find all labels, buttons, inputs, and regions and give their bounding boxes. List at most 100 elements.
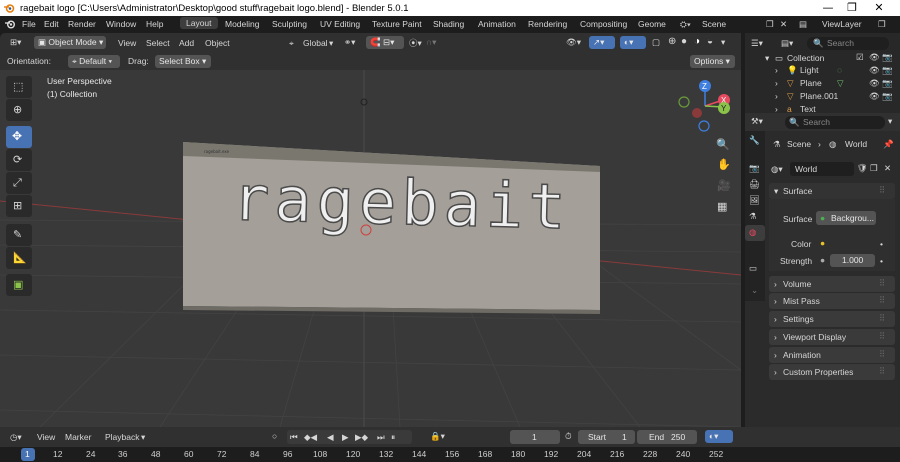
orientation-select[interactable]: ⌖ Default ▾: [68, 55, 120, 68]
menu-object[interactable]: Object: [205, 38, 230, 48]
light-eye-icon[interactable]: 👁: [869, 65, 880, 76]
scale-tool[interactable]: ⤢: [6, 172, 32, 194]
drag-handle-icon[interactable]: ⠿: [879, 331, 885, 342]
viewlayer-name[interactable]: ViewLayer: [822, 19, 862, 29]
menu-render[interactable]: Render: [68, 19, 96, 29]
menu-select[interactable]: Select: [146, 38, 170, 48]
jump-start-icon[interactable]: ⏮: [290, 432, 298, 443]
cursor-tool[interactable]: ⊕: [6, 99, 32, 121]
more-tabs-icon[interactable]: ⌄: [751, 285, 758, 296]
outliner-item[interactable]: › 💡 Light ◌ 👁 📷: [745, 65, 900, 78]
mist-pass-panel-header[interactable]: › Mist Pass ⠿: [769, 293, 895, 309]
properties-options-icon[interactable]: ▾: [888, 116, 892, 127]
world-name-field[interactable]: World: [790, 162, 854, 176]
plane-camera-icon[interactable]: 📷: [882, 78, 893, 89]
custom-properties-panel-header[interactable]: › Custom Properties ⠿: [769, 364, 895, 380]
plane-eye-icon[interactable]: 👁: [869, 78, 880, 89]
collection-camera-icon[interactable]: 📷: [882, 52, 893, 63]
menu-edit[interactable]: Edit: [44, 19, 59, 29]
jump-keyframe-forward-icon[interactable]: ▶◆: [355, 432, 368, 443]
pivot-icon[interactable]: ⚭▾: [344, 37, 355, 48]
camera-view-icon[interactable]: 🎥: [717, 179, 731, 192]
play-icon[interactable]: ▶: [342, 432, 349, 443]
shading-options-icon[interactable]: ▾: [721, 37, 725, 48]
blender-menu-icon[interactable]: [5, 19, 16, 29]
settings-panel-header[interactable]: › Settings ⠿: [769, 311, 895, 327]
outliner-item[interactable]: › ▽ Plane.001 👁 📷: [745, 91, 900, 104]
volume-panel-header[interactable]: › Volume ⠿: [769, 276, 895, 292]
jump-end-icon[interactable]: ⏭: [377, 432, 385, 443]
fake-user-shield-icon[interactable]: 🛡: [857, 163, 868, 174]
shading-rendered-icon[interactable]: ◒: [707, 36, 713, 47]
gizmo-toggle[interactable]: ↗▾: [589, 36, 615, 49]
scene-remove-icon[interactable]: ✕: [780, 19, 787, 30]
viewlayer-icon[interactable]: ▤: [799, 19, 807, 30]
plane001-eye-icon[interactable]: 👁: [869, 91, 880, 102]
animation-panel-header[interactable]: › Animation ⠿: [769, 347, 895, 363]
annotate-tool[interactable]: ✎: [6, 224, 32, 246]
world-tab[interactable]: ◍: [745, 225, 765, 241]
strength-keyframe-icon[interactable]: •: [880, 256, 883, 266]
outliner-item[interactable]: › ▽ Plane ▽ 👁 📷: [745, 78, 900, 91]
current-frame-field[interactable]: 1: [510, 430, 560, 444]
tab-sculpting[interactable]: Sculpting: [272, 19, 307, 29]
tool-tab-icon[interactable]: 🔧: [749, 135, 760, 146]
options-button[interactable]: Options ▾: [690, 55, 735, 68]
editor-type-icon[interactable]: ⊞▾: [10, 37, 21, 48]
outliner-collection[interactable]: Collection: [787, 53, 824, 63]
drag-handle-icon[interactable]: ⠿: [879, 278, 885, 289]
timeline-menu-playback[interactable]: Playback: [105, 432, 140, 442]
rotate-tool[interactable]: ⟳: [6, 149, 32, 171]
snap-toggle[interactable]: 🧲 ⊟▾: [366, 36, 404, 49]
scene-name[interactable]: Scene: [702, 19, 726, 29]
end-frame-field[interactable]: End 250: [637, 430, 697, 444]
viewport-display-panel-header[interactable]: › Viewport Display ⠿: [769, 329, 895, 345]
select-box-tool[interactable]: ⬚: [6, 76, 32, 98]
scene-tab-icon[interactable]: ⚗: [749, 211, 757, 222]
tab-compositing[interactable]: Compositing: [580, 19, 627, 29]
menu-window[interactable]: Window: [106, 19, 136, 29]
color-socket-icon[interactable]: ●: [820, 238, 825, 248]
tab-texture-paint[interactable]: Texture Paint: [372, 19, 422, 29]
add-cube-tool[interactable]: ▣: [6, 274, 32, 296]
xray-icon[interactable]: ▢: [652, 37, 660, 48]
transform-orientation-icon[interactable]: ⌖: [289, 38, 294, 49]
tab-geometry-nodes[interactable]: Geome: [638, 19, 666, 29]
menu-view[interactable]: View: [118, 38, 136, 48]
visibility-icon[interactable]: 👁▾: [566, 37, 581, 48]
tab-shading[interactable]: Shading: [433, 19, 464, 29]
auto-keying-icon[interactable]: 🔒▾: [430, 431, 445, 442]
expand-icon[interactable]: ›: [775, 91, 778, 101]
collection-tab-icon[interactable]: ▭: [749, 263, 757, 274]
menu-help[interactable]: Help: [146, 19, 163, 29]
orientation-dropdown-icon[interactable]: ▾: [329, 38, 333, 49]
color-keyframe-icon[interactable]: •: [880, 239, 883, 249]
timeline-menu-view[interactable]: View: [37, 432, 55, 442]
drag-handle-icon[interactable]: ⠿: [879, 313, 885, 324]
transform-orientation[interactable]: Global: [303, 38, 328, 48]
shading-solid-icon[interactable]: ●: [681, 36, 687, 47]
tab-layout[interactable]: Layout: [180, 17, 218, 29]
timeline-view-toggle[interactable]: ◐▾: [705, 430, 733, 443]
collection-eye-icon[interactable]: 👁: [869, 52, 880, 63]
minimize-icon[interactable]: —: [821, 1, 835, 15]
record-icon[interactable]: ○: [272, 431, 277, 441]
start-frame-field[interactable]: Start 1: [578, 430, 635, 444]
surface-panel-header[interactable]: ▾ Surface ⠿: [769, 183, 895, 199]
timeline-menu-marker[interactable]: Marker: [65, 432, 91, 442]
drag-handle-icon[interactable]: ⠿: [879, 185, 885, 196]
play-reverse-icon[interactable]: ◀: [327, 432, 334, 443]
frame-step-icon[interactable]: ⏸: [391, 432, 395, 443]
tab-rendering[interactable]: Rendering: [528, 19, 567, 29]
3d-viewport[interactable]: ragebait.exe ragebait User Perspective (…: [0, 70, 741, 427]
mode-select[interactable]: ▣ Object Mode ▾: [34, 36, 106, 49]
tab-uv-editing[interactable]: UV Editing: [320, 19, 360, 29]
playback-dropdown-icon[interactable]: ▾: [141, 432, 145, 443]
pan-hand-icon[interactable]: ✋: [717, 158, 731, 171]
strength-field[interactable]: 1.000: [830, 254, 875, 267]
tab-modeling[interactable]: Modeling: [225, 19, 260, 29]
pin-icon[interactable]: 📌: [883, 139, 894, 150]
tab-animation[interactable]: Animation: [478, 19, 516, 29]
collection-checkbox[interactable]: ☑: [856, 52, 864, 63]
render-tab-icon[interactable]: 📷: [749, 163, 760, 174]
